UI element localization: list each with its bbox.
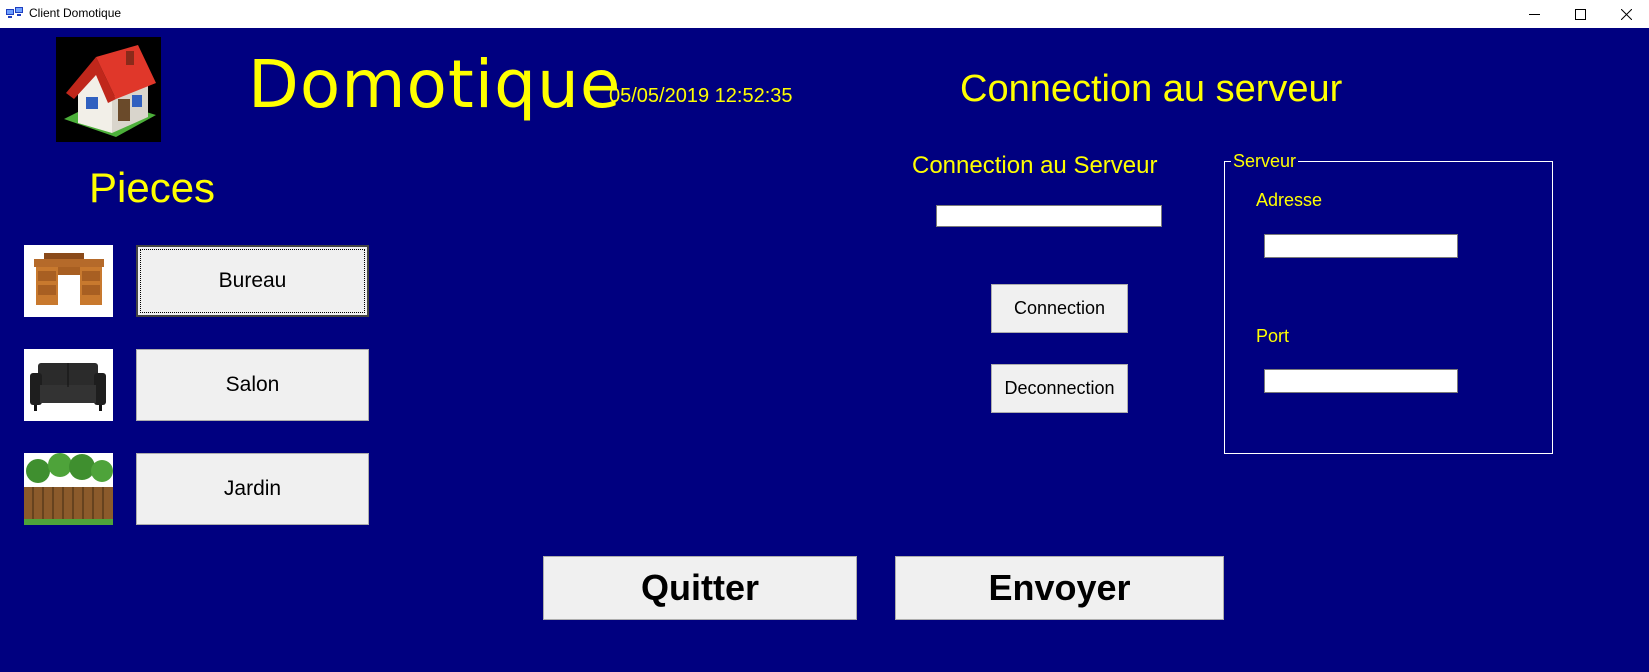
- title-bar: Client Domotique: [0, 0, 1649, 28]
- server-group-box: Serveur Adresse Port: [1224, 151, 1553, 454]
- room-bureau-button[interactable]: Bureau: [136, 245, 369, 317]
- server-heading: Connection au serveur: [960, 68, 1343, 110]
- window-title: Client Domotique: [29, 6, 122, 20]
- send-button[interactable]: Envoyer: [895, 556, 1224, 620]
- main-window: Domotique 05/05/2019 12:52:35 Connection…: [0, 28, 1649, 672]
- minimize-button[interactable]: [1511, 0, 1557, 28]
- address-label: Adresse: [1256, 190, 1323, 210]
- server-group-label: Serveur: [1231, 151, 1299, 172]
- port-input[interactable]: [1264, 369, 1458, 393]
- room-jardin-button[interactable]: Jardin: [136, 453, 369, 525]
- connection-status-field[interactable]: [936, 205, 1162, 227]
- address-input[interactable]: [1264, 234, 1458, 258]
- room-salon-button[interactable]: Salon: [136, 349, 369, 421]
- connection-label: Connection au Serveur: [912, 152, 1158, 179]
- close-icon: [1620, 8, 1632, 20]
- disconnect-button[interactable]: Deconnection: [991, 364, 1128, 413]
- maximize-button[interactable]: [1557, 0, 1603, 28]
- port-label: Port: [1256, 326, 1290, 346]
- app-title: Domotique: [248, 46, 622, 123]
- minimize-icon: [1528, 13, 1540, 15]
- garden-fence-icon: [24, 453, 113, 525]
- house-logo-icon: [56, 37, 161, 142]
- datetime-display: 05/05/2019 12:52:35: [609, 85, 793, 107]
- close-button[interactable]: [1603, 0, 1649, 28]
- desk-icon: [24, 245, 113, 317]
- quit-button[interactable]: Quitter: [543, 556, 857, 620]
- connect-button[interactable]: Connection: [991, 284, 1128, 333]
- sofa-icon: [24, 349, 113, 421]
- network-app-icon: [6, 6, 23, 20]
- maximize-icon: [1574, 8, 1586, 20]
- rooms-heading: Pieces: [89, 164, 216, 211]
